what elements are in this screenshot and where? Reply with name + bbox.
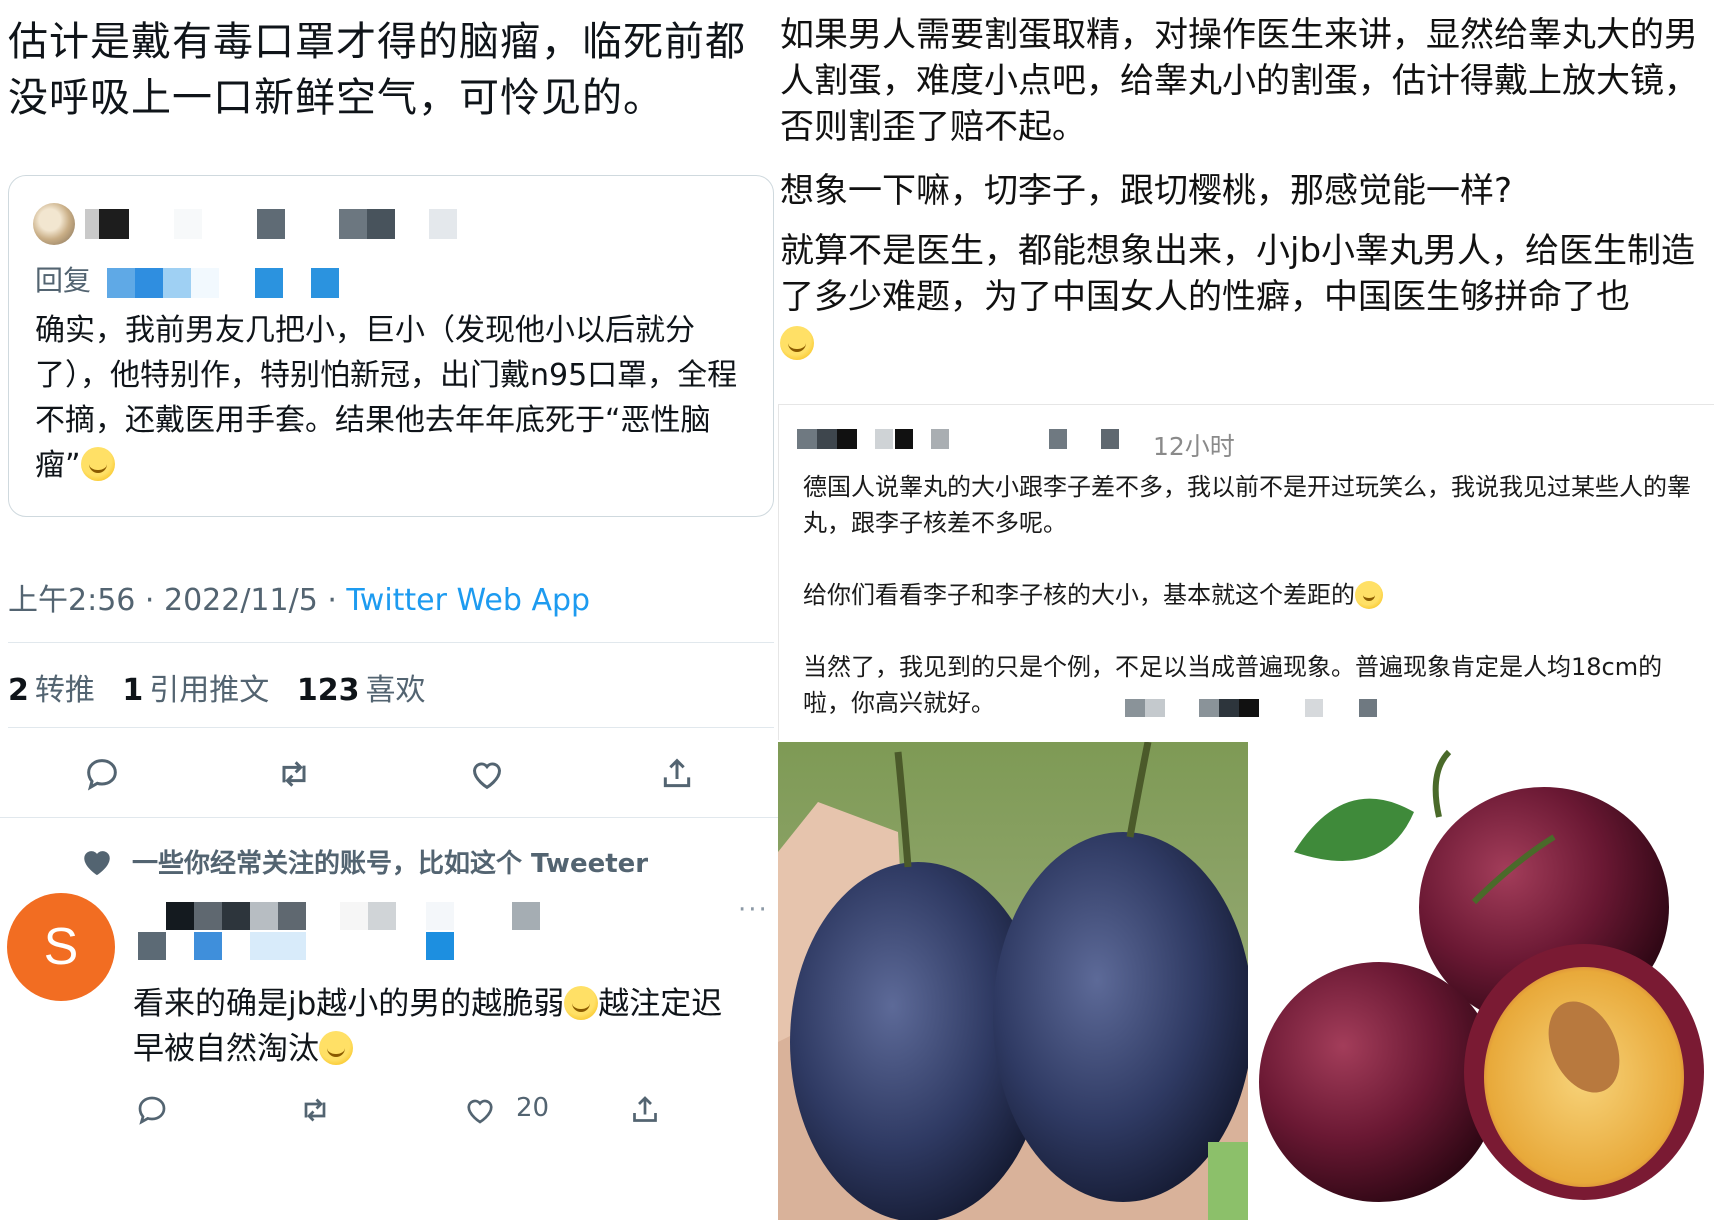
plums-in-hand-photo[interactable] [778, 742, 1248, 1220]
reply-button[interactable] [130, 1088, 174, 1132]
tweet-timestamp: 上午2:56 · 2022/11/5 · Twitter Web App [8, 575, 590, 619]
divider [8, 727, 774, 728]
timestamp-text: 上午2:56 · 2022/11/5 · [8, 583, 347, 618]
quotes-count: 1 [122, 673, 144, 708]
laugh-cry-emoji [1355, 581, 1383, 609]
weibo-post-body: 德国人说睾丸的大小跟李子差不多，我以前不是开过玩笑么，我说我见过某些人的睾丸，跟… [803, 469, 1703, 721]
tweet-text: 估计是戴有毒口罩才得的脑瘤，临死前都没呼吸上一口新鲜空气，可怜见的。 [8, 19, 746, 121]
laugh-cry-emoji [780, 326, 814, 360]
weibo-paragraph: 德国人说睾丸的大小跟李子差不多，我以前不是开过玩笑么，我说我见过某些人的睾丸，跟… [803, 473, 1691, 537]
weibo-paragraph: 给你们看看李子和李子核的大小，基本就这个差距的 [803, 577, 1703, 613]
like-count: 20 [516, 1093, 550, 1123]
right-paragraph: 想象一下嘛，切李子，跟切樱桃，那感觉能一样? [780, 171, 1513, 211]
likes-label: 喜欢 [365, 673, 426, 708]
share-icon [633, 1096, 657, 1122]
quotes-label: 引用推文 [149, 673, 270, 708]
rofl-emoji [319, 1031, 353, 1065]
reply-button[interactable] [80, 752, 124, 796]
retweets-count: 2 [8, 673, 29, 708]
source-app-link[interactable]: Twitter Web App [346, 583, 590, 618]
right-paragraph: 如果男人需要割蛋取精，对操作医生来讲，显然给睾丸大的男人割蛋，难度小点吧，给睾丸… [780, 15, 1698, 147]
share-button[interactable] [623, 1088, 667, 1132]
right-paragraph: 就算不是医生，都能想象出来，小jb小睾丸男人，给医生制造了多少难题，为了中国女人… [780, 228, 1700, 366]
quoted-avatar[interactable] [33, 203, 75, 245]
share-button[interactable] [655, 752, 699, 796]
engagement-stats: 2 转推 1 引用推文 123 喜欢 [8, 665, 443, 709]
retweets-label: 转推 [34, 673, 95, 708]
quoted-text: 确实，我前男友几把小，巨小（发现他小以后就分了），他特别作，特别怕新冠，出门戴n… [35, 313, 738, 483]
smile-emoji [80, 447, 115, 481]
divider [0, 817, 778, 818]
tweet-panel: 估计是戴有毒口罩才得的脑瘤，临死前都没呼吸上一口新鲜空气，可怜见的。 回复 确实… [0, 0, 778, 1220]
weibo-panel: 如果男人需要割蛋取精，对操作医生来讲，显然给睾丸大的男人割蛋，难度小点吧，给睾丸… [778, 0, 1714, 1220]
like-button[interactable] [458, 1088, 502, 1132]
reply-icon [138, 1096, 166, 1125]
retweet-icon [304, 1098, 326, 1122]
retweet-button[interactable] [272, 752, 316, 796]
likes-count: 123 [296, 673, 360, 708]
divider [8, 642, 774, 643]
retweets-stat[interactable]: 2 转推 [8, 673, 95, 708]
reply-text: 看来的确是jb越小的男的越脆弱 [133, 986, 565, 1022]
avatar[interactable]: S [7, 893, 115, 1001]
like-button[interactable] [465, 752, 509, 796]
share-icon [663, 758, 691, 788]
quoted-tweet-body: 确实，我前男友几把小，巨小（发现他小以后就分了），他特别作，特别怕新冠，出门戴n… [35, 308, 755, 488]
rofl-emoji [564, 986, 599, 1020]
reply-label: 回复 [35, 264, 92, 297]
retweet-button[interactable] [293, 1088, 337, 1132]
heart-icon [80, 845, 114, 881]
likes-stat[interactable]: 123 喜欢 [297, 673, 426, 708]
weibo-paragraph-text: 给你们看看李子和李子核的大小，基本就这个差距的 [803, 581, 1355, 609]
plum-and-pit-photo[interactable] [1254, 742, 1714, 1220]
quoted-tweet-card[interactable]: 回复 确实，我前男友几把小，巨小（发现他小以后就分了），他特别作，特别怕新冠，出… [8, 175, 774, 517]
quotes-stat[interactable]: 1 引用推文 [122, 673, 269, 708]
weibo-post-card[interactable]: 12小时 德国人说睾丸的大小跟李子差不多，我以前不是开过玩笑么，我说我见过某些人… [778, 404, 1714, 740]
reply-tweet-body: 看来的确是jb越小的男的越脆弱 越注定迟早被自然淘汰 [133, 982, 753, 1072]
like-icon [472, 762, 502, 790]
recommendation-label: 一些你经常关注的账号，比如这个 Tweeter [132, 849, 649, 879]
reply-icon [87, 759, 117, 791]
post-time: 12小时 [1153, 432, 1235, 461]
more-options-button[interactable]: ··· [738, 895, 769, 925]
like-icon [467, 1099, 493, 1124]
right-paragraph-text: 就算不是医生，都能想象出来，小jb小睾丸男人，给医生制造了多少难题，为了中国女人… [780, 231, 1696, 317]
retweet-icon [282, 761, 306, 787]
